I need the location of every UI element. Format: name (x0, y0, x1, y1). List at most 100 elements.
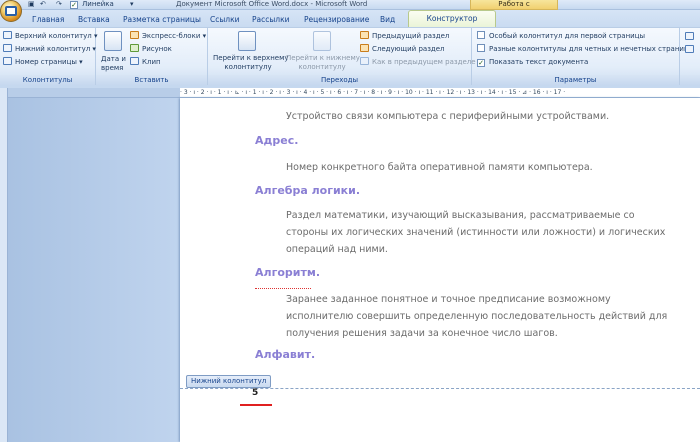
page-number[interactable]: 5 (252, 388, 258, 398)
horizontal-ruler[interactable]: · 3 · ı · 2 · ı · 1 · ı · ⊾ · ı · 1 · ı … (180, 88, 700, 98)
tab-mailings[interactable]: Рассылки (252, 13, 290, 27)
show-document-text-label: Показать текст документа (489, 58, 589, 66)
group-position-partial (680, 28, 700, 85)
picture-button[interactable]: Рисунок (130, 44, 172, 54)
context-tab-group-title: Работа с колонтитулами (470, 0, 558, 17)
highlight-underline (240, 404, 272, 406)
page-number-label: Номер страницы (15, 58, 77, 66)
header-label: Верхний колонтитул (15, 32, 92, 40)
group-label: Колонтитулы (0, 75, 95, 85)
position-icon (685, 45, 694, 53)
term-heading: Алгебра логики. (255, 184, 361, 197)
link-to-previous-button[interactable]: Как в предыдущем разделе (360, 57, 476, 67)
term-heading: Алфавит. (255, 348, 316, 361)
clip-art-label: Клип (142, 58, 161, 66)
different-odd-even-checkbox[interactable]: Разные колонтитулы для четных и нечетных… (477, 44, 689, 54)
definition-text: Устройство связи компьютера с периферийн… (286, 111, 610, 122)
go-to-header-label-1: Перейти к верхнему (213, 54, 289, 62)
tab-references[interactable]: Ссылки (210, 13, 239, 27)
checkbox-icon: ✓ (70, 1, 78, 9)
go-to-footer-icon (313, 31, 331, 51)
vertical-ruler[interactable] (0, 88, 8, 442)
different-odd-even-label: Разные колонтитулы для четных и нечетных… (489, 45, 689, 53)
undo-icon[interactable]: ↶ (40, 0, 46, 9)
quick-parts-button[interactable]: Экспресс-блоки ▾ (130, 31, 206, 41)
date-time-label-1: Дата и (101, 55, 126, 63)
different-first-page-checkbox[interactable]: Особый колонтитул для первой страницы (477, 31, 645, 41)
tab-page-layout[interactable]: Разметка страницы (123, 13, 201, 27)
document-page[interactable]: Устройство связи компьютера с периферийн… (180, 98, 700, 442)
date-time-label-2: время (101, 64, 124, 72)
previous-section-button[interactable]: Предыдущий раздел (360, 31, 449, 41)
checkbox-checked-icon: ✓ (477, 59, 485, 67)
group-label: Параметры (472, 75, 679, 85)
redo-icon[interactable]: ↷ (56, 0, 62, 9)
clip-art-icon (130, 57, 139, 65)
link-to-previous-icon (360, 57, 369, 65)
go-to-footer-button[interactable]: Перейти к нижнему колонтитулу (286, 54, 360, 72)
tab-review[interactable]: Рецензирование (304, 13, 369, 27)
ruler-label: Линейка (82, 0, 114, 8)
tab-constructor[interactable]: Конструктор (408, 10, 496, 27)
go-to-header-icon (238, 31, 256, 51)
tab-insert[interactable]: Вставка (78, 13, 110, 27)
quick-parts-label: Экспресс-блоки (142, 32, 201, 40)
office-logo-icon (5, 6, 17, 16)
go-to-header-label-2: колонтитулу (224, 63, 272, 71)
ruler-checkbox[interactable]: ✓ Линейка (70, 0, 114, 9)
date-time-icon (104, 31, 122, 51)
ruler-gray-area (8, 88, 180, 98)
next-section-icon (360, 44, 369, 52)
checkbox-icon (477, 31, 485, 39)
group-label (680, 75, 700, 85)
header-button[interactable]: Верхний колонтитул ▾ (3, 31, 98, 41)
different-first-page-label: Особый колонтитул для первой страницы (489, 32, 645, 40)
definition-text: Раздел математики, изучающий высказывани… (286, 210, 666, 255)
footer-button[interactable]: Нижний колонтитул ▾ (3, 44, 96, 54)
ribbon: Верхний колонтитул ▾ Нижний колонтитул ▾… (0, 27, 700, 85)
window-title: Документ Microsoft Office Word.docx - Mi… (176, 0, 368, 8)
footer-label: Нижний колонтитул (15, 45, 91, 53)
term-heading: Адрес. (255, 134, 299, 147)
date-time-button[interactable]: Дата и время (101, 55, 126, 73)
qat-customize-icon[interactable]: ▾ (130, 0, 134, 9)
group-headers-footers: Верхний колонтитул ▾ Нижний колонтитул ▾… (0, 28, 98, 85)
previous-section-label: Предыдущий раздел (372, 32, 450, 40)
next-section-label: Следующий раздел (372, 45, 445, 53)
tab-home[interactable]: Главная (32, 13, 64, 27)
go-to-footer-label-1: Перейти к нижнему (286, 54, 360, 62)
definition-text: Заранее заданное понятное и точное предп… (286, 294, 668, 339)
office-button[interactable] (0, 0, 22, 22)
position-icon (685, 32, 694, 40)
picture-label: Рисунок (142, 45, 172, 53)
next-section-button[interactable]: Следующий раздел (360, 44, 445, 54)
page-number-icon (3, 57, 12, 65)
show-document-text-checkbox[interactable]: ✓ Показать текст документа (477, 57, 588, 67)
checkbox-icon (477, 44, 485, 52)
group-label: Вставить (96, 75, 207, 85)
group-options: Особый колонтитул для первой страницы Ра… (472, 28, 689, 85)
group-insert: Дата и время Экспресс-блоки ▾ Рисунок Кли… (96, 28, 208, 85)
page-number-button[interactable]: Номер страницы ▾ (3, 57, 83, 67)
footer-tag: Нижний колонтитул (186, 375, 272, 388)
ruler-marks: · 3 · ı · 2 · ı · 1 · ı · ⊾ · ı · 1 · ı … (180, 89, 566, 96)
header-icon (3, 31, 12, 39)
clip-art-button[interactable]: Клип (130, 57, 161, 67)
group-navigation: Перейти к верхнему колонтитулу Перейти к … (208, 28, 476, 85)
go-to-header-button[interactable]: Перейти к верхнему колонтитулу (213, 54, 289, 72)
group-label: Переходы (208, 75, 471, 85)
save-icon[interactable]: ▣ (28, 0, 35, 9)
title-bar: ▣ ↶ ↷ ✓ Линейка ▾ Документ Microsoft Offi… (0, 0, 700, 17)
previous-section-icon (360, 31, 369, 39)
ribbon-tabs: Главная Вставка Разметка страницы Ссылки… (0, 10, 700, 27)
term-heading: Алгоритм. (255, 266, 321, 279)
spelling-underline (255, 287, 311, 289)
definition-text: Номер конкретного байта оперативной памя… (286, 162, 593, 173)
link-to-previous-label: Как в предыдущем разделе (372, 58, 476, 66)
picture-icon (130, 44, 139, 52)
footer-icon (3, 44, 12, 52)
quick-parts-icon (130, 31, 139, 39)
go-to-footer-label-2: колонтитулу (298, 63, 346, 71)
document-workspace (8, 98, 180, 442)
tab-view[interactable]: Вид (380, 13, 395, 27)
